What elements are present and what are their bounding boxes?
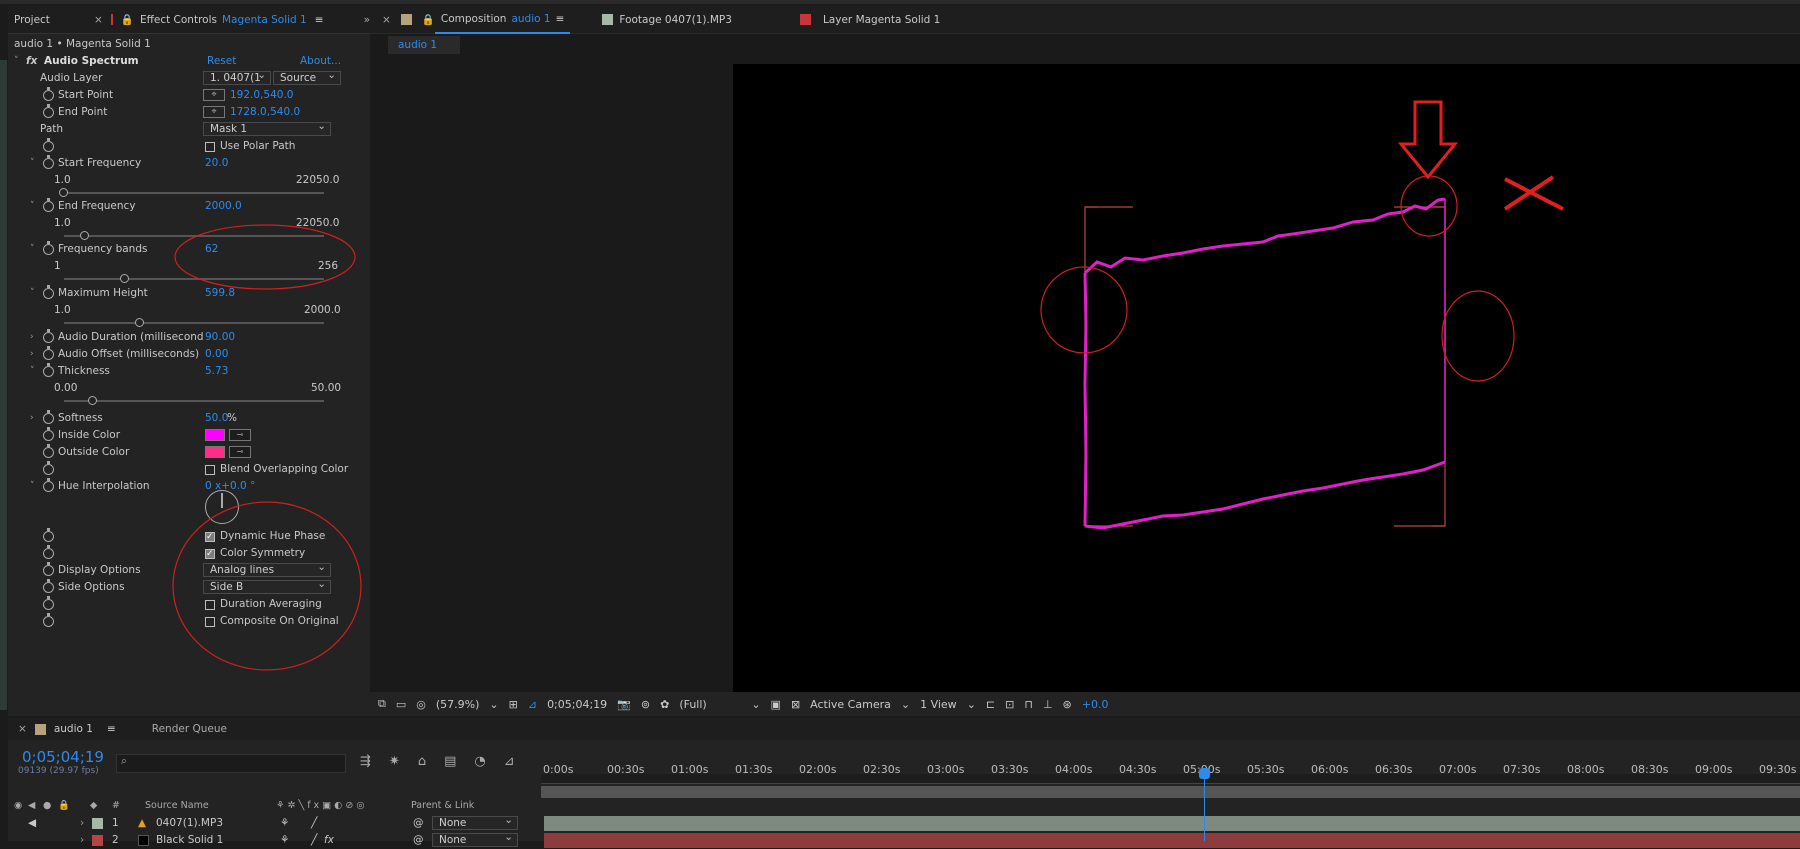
viewer-toolbar: ⧉ ▭ ◎ (57.9%) ⌄ ⊞ ⊿ 0;05;04;19 📷 ⊚ ✿ (Fu… [370,692,1800,716]
parent-dropdown[interactable]: None [432,831,518,847]
column-number: # [112,800,120,811]
color-channels-icon[interactable]: ✿ [660,698,669,711]
frame-blending-icon[interactable]: ▤ [444,754,456,769]
layer-color-swatch[interactable] [92,818,103,829]
pickwhip-icon[interactable]: @ [413,815,424,832]
monitor-icon[interactable]: ▭ [396,698,406,711]
composition-panel: × 🔒 Composition audio 1 ≡ Footage 0407(1).… [370,6,1800,716]
annotation-ellipse [172,501,362,671]
annotation-circle [1441,290,1515,382]
current-time-display[interactable]: 0;05;04;19 [547,698,607,711]
solo-icon[interactable]: ● [43,800,51,811]
timeline-timecode[interactable]: 0;05;04;19 [22,748,104,766]
column-source-name[interactable]: Source Name [145,800,209,811]
snapshot-region-icon[interactable]: ⧉ [378,697,386,711]
close-icon[interactable]: × [18,723,27,735]
spectrum-top-line [1083,197,1446,275]
composition-viewer[interactable] [733,64,1800,692]
label-icon[interactable]: ◆ [90,800,97,811]
lock-icon[interactable]: 🔒 [422,13,435,26]
exposure-value[interactable]: +0.0 [1082,698,1109,711]
timeline-panel: × audio 1 ≡ Render Queue 0;05;04;19 0913… [8,718,1800,848]
annotation-cross-icon [1503,175,1564,211]
visibility-icon[interactable]: ◉ [14,800,22,811]
views-dropdown[interactable]: 1 View [920,698,957,711]
layer-color-swatch [799,14,811,25]
close-icon[interactable]: × [382,14,391,26]
graph-editor-icon[interactable]: ⊿ [504,754,515,769]
effect-panel-annotations [172,224,362,671]
search-icon: ⌕ [121,755,127,767]
composition-panel-header: × 🔒 Composition audio 1 ≡ Footage 0407(1).… [370,6,1800,34]
search-input[interactable]: ⌕ [116,754,346,773]
show-snapshot-icon[interactable]: ⊚ [641,698,650,711]
resolution-dropdown[interactable]: (Full) [679,698,741,711]
motion-blur-icon[interactable]: ◔ [474,754,485,769]
reset-exposure-icon[interactable]: ⊛ [1063,698,1072,711]
lock-icon[interactable]: 🔒 [58,800,70,811]
work-area-bar[interactable] [541,786,1800,798]
timeline-header: × audio 1 ≡ Render Queue [8,718,1800,740]
zoom-dropdown[interactable]: (57.9%) [436,698,480,711]
chevron-down-icon[interactable]: ⌄ [901,698,910,711]
transparency-icon[interactable]: ⊠ [791,698,800,711]
time-ruler[interactable] [541,774,1800,784]
quality-switch-icon[interactable]: ╱ [311,815,317,832]
audio-file-icon: ▲ [138,817,147,829]
footage-color-swatch [602,14,614,25]
tab-render-queue[interactable]: Render Queue [152,723,227,735]
switches-icon: ⚘✲╲fx▣◐⊘◎ [276,800,368,811]
tab-footage[interactable]: Footage 0407(1).MP3 [613,14,738,26]
comp-color-swatch [34,723,46,735]
playhead-handle[interactable] [1199,768,1210,779]
mask-visibility-icon[interactable]: ◎ [416,698,426,711]
spectrum-bottom-line [1084,460,1446,530]
fast-preview-icon[interactable]: ⊡ [1005,698,1014,711]
grid-icon[interactable]: ⊞ [509,698,518,711]
chevron-down-icon[interactable]: ⌄ [489,698,498,711]
camera-dropdown[interactable]: Active Camera [810,698,891,711]
chevron-down-icon[interactable]: ⌄ [967,698,976,711]
expand-icon[interactable]: › [80,815,84,832]
view-tab[interactable]: audio 1 [388,36,460,54]
shy-switch-icon[interactable]: ⚘ [280,815,289,832]
layer-number: 1 [112,817,119,829]
layer-column-header: ◉ ◀ ● 🔒 ◆ # Source Name ⚘✲╲fx▣◐⊘◎ Parent… [8,798,541,814]
draft-3d-icon[interactable]: ✷ [389,754,400,769]
tab-timeline-comp[interactable]: audio 1 [54,723,93,735]
camera-icon[interactable]: 📷 [617,698,631,711]
shy-layers-icon[interactable]: ⌂ [418,754,426,769]
audio-icon[interactable]: ◀ [28,800,35,811]
playhead[interactable] [1199,768,1210,841]
tab-composition[interactable]: Composition audio 1 ≡ [434,6,571,34]
chevron-down-icon[interactable]: ⌄ [751,698,760,711]
layer-bar-audio[interactable] [544,816,1800,831]
tab-comp-label: Composition [440,12,507,25]
region-of-interest-icon[interactable]: ▣ [771,698,781,711]
viewer-canvas [1040,100,1564,530]
frame-rate-readout: 09139 (29.97 fps) [18,766,99,776]
layer-row-1[interactable]: ◀ › 1 ▲ 0407(1).MP3 ⚘ ╱ @ None [8,814,541,832]
panel-menu-icon[interactable]: ≡ [107,723,116,735]
tab-comp-name: audio 1 [511,12,551,25]
column-parent-link: Parent & Link [411,800,475,811]
transparency-grid-icon[interactable]: ⊿ [528,698,537,711]
audio-icon[interactable]: ◀ [28,815,36,832]
timeline-tool-icons: ⇶ ✷ ⌂ ▤ ◔ ⊿ [360,754,515,769]
spectrum-side-line [1083,272,1088,527]
flowchart-icon[interactable]: ⊥ [1043,698,1053,711]
annotation-arrow-icon [1397,100,1459,180]
layer-bounds [1084,206,1446,527]
parent-dropdown[interactable]: None [432,814,518,830]
comp-color-swatch [400,14,412,25]
toggle-pixel-aspect-icon[interactable]: ⊏ [986,698,995,711]
layer-name[interactable]: 0407(1).MP3 [156,815,223,832]
tab-layer[interactable]: Layer Magenta Solid 1 [817,14,946,26]
panel-menu-icon[interactable]: ≡ [556,13,565,25]
timeline-icon[interactable]: ⊓ [1024,698,1033,711]
annotation-ellipse [174,224,356,290]
composition-mini-flowchart-icon[interactable]: ⇶ [360,754,371,769]
